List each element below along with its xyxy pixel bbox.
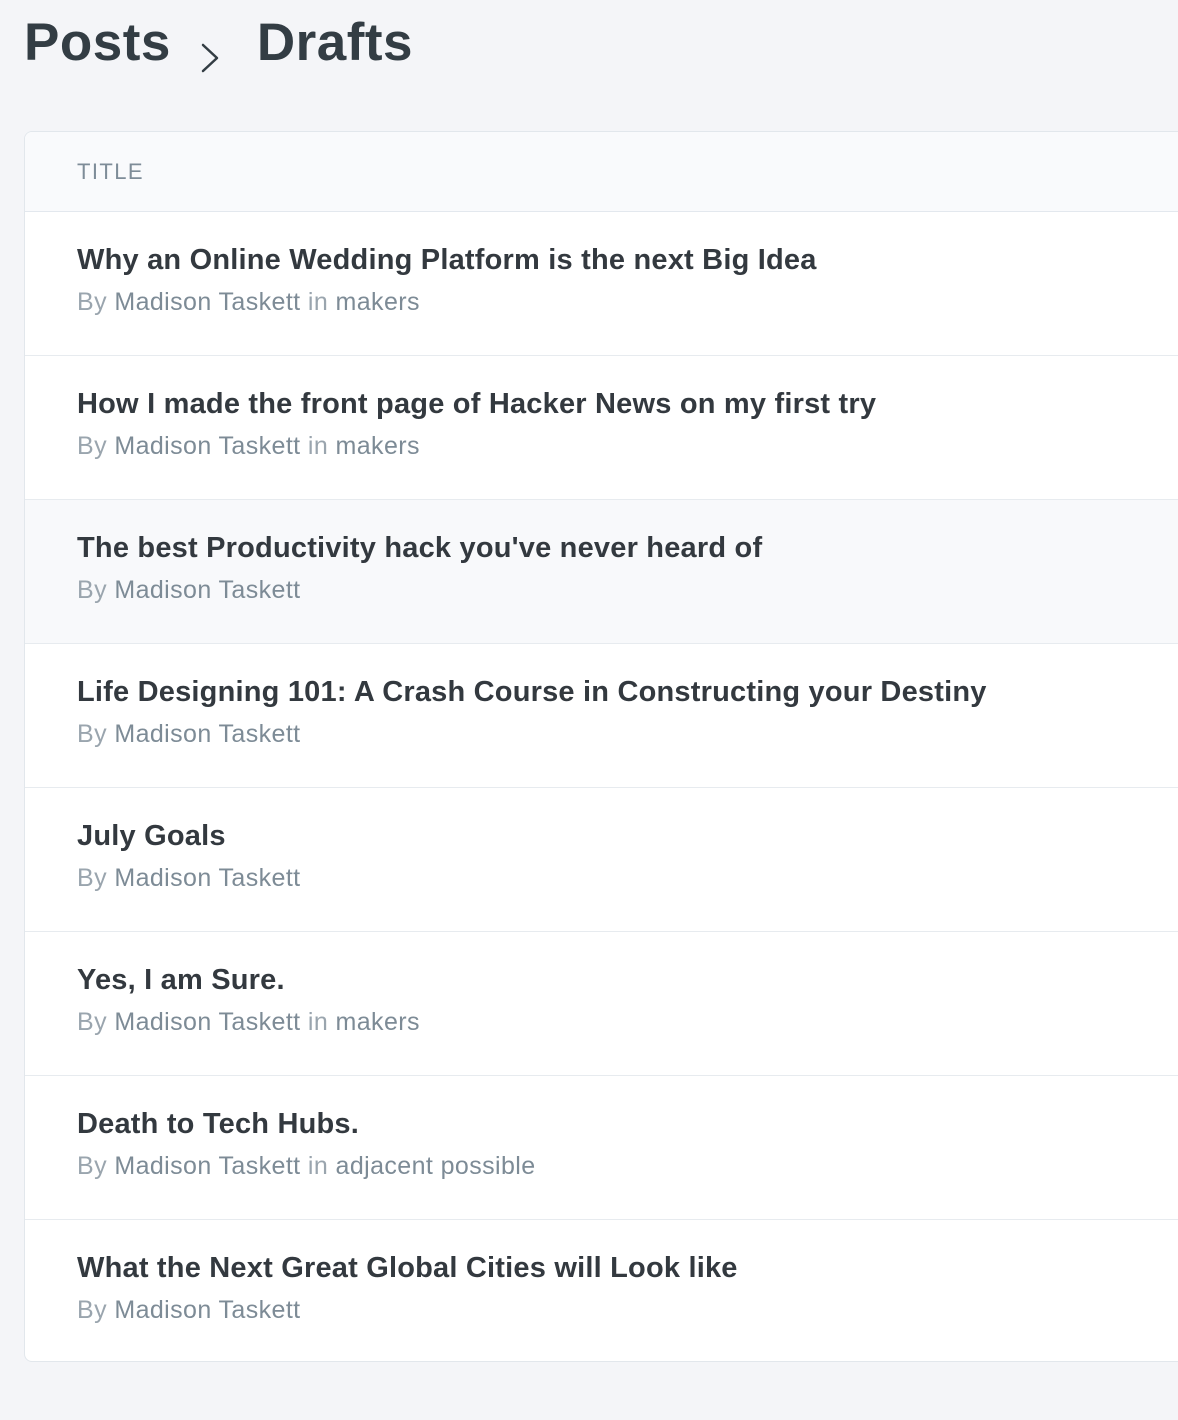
author-link[interactable]: Madison Taskett — [114, 1152, 300, 1180]
publication-link[interactable]: makers — [336, 1008, 420, 1036]
by-label: By — [77, 720, 107, 748]
table-row[interactable]: July Goals By Madison Taskett — [25, 788, 1178, 932]
post-meta: By Madison Taskett in makers — [77, 1008, 420, 1037]
table-row[interactable]: How I made the front page of Hacker News… — [25, 356, 1178, 500]
in-label: in — [307, 1152, 329, 1180]
breadcrumb-posts-link[interactable]: Posts — [24, 12, 171, 73]
breadcrumb: Posts Drafts — [24, 8, 413, 76]
table-header: TITLE — [25, 132, 1178, 212]
post-meta: By Madison Taskett in makers — [77, 432, 420, 461]
chevron-right-icon — [197, 26, 225, 73]
by-label: By — [77, 432, 107, 460]
by-label: By — [77, 1152, 107, 1180]
post-title[interactable]: Why an Online Wedding Platform is the ne… — [77, 244, 817, 277]
table-body: Why an Online Wedding Platform is the ne… — [25, 212, 1178, 1361]
author-link[interactable]: Madison Taskett — [114, 576, 300, 604]
in-label: in — [307, 1008, 329, 1036]
table-row[interactable]: Why an Online Wedding Platform is the ne… — [25, 212, 1178, 356]
post-title[interactable]: How I made the front page of Hacker News… — [77, 388, 876, 421]
author-link[interactable]: Madison Taskett — [114, 288, 300, 316]
table-row[interactable]: The best Productivity hack you've never … — [25, 500, 1178, 644]
in-label: in — [307, 432, 329, 460]
by-label: By — [77, 1008, 107, 1036]
breadcrumb-current: Drafts — [256, 12, 413, 72]
post-meta: By Madison Taskett — [77, 576, 301, 605]
author-link[interactable]: Madison Taskett — [114, 1296, 300, 1324]
drafts-table: TITLE Why an Online Wedding Platform is … — [24, 131, 1178, 1362]
in-label: in — [307, 288, 329, 316]
author-link[interactable]: Madison Taskett — [114, 864, 300, 892]
table-row[interactable]: Life Designing 101: A Crash Course in Co… — [25, 644, 1178, 788]
publication-link[interactable]: makers — [336, 288, 420, 316]
by-label: By — [77, 1296, 107, 1324]
post-title[interactable]: What the Next Great Global Cities will L… — [77, 1252, 738, 1285]
post-title[interactable]: Life Designing 101: A Crash Course in Co… — [77, 676, 987, 709]
by-label: By — [77, 288, 107, 316]
table-row[interactable]: Death to Tech Hubs. By Madison Taskett in… — [25, 1076, 1178, 1220]
post-title[interactable]: Yes, I am Sure. — [77, 964, 285, 997]
author-link[interactable]: Madison Taskett — [114, 720, 300, 748]
column-header-title[interactable]: TITLE — [77, 159, 144, 185]
publication-link[interactable]: adjacent possible — [336, 1152, 536, 1180]
post-title[interactable]: July Goals — [77, 820, 226, 853]
post-title[interactable]: Death to Tech Hubs. — [77, 1108, 359, 1141]
post-meta: By Madison Taskett — [77, 1296, 301, 1325]
post-meta: By Madison Taskett in adjacent possible — [77, 1152, 536, 1181]
post-meta: By Madison Taskett — [77, 864, 301, 893]
post-meta: By Madison Taskett — [77, 720, 301, 749]
table-row[interactable]: Yes, I am Sure. By Madison Taskett in mak… — [25, 932, 1178, 1076]
by-label: By — [77, 576, 107, 604]
post-meta: By Madison Taskett in makers — [77, 288, 420, 317]
table-row[interactable]: What the Next Great Global Cities will L… — [25, 1220, 1178, 1361]
by-label: By — [77, 864, 107, 892]
author-link[interactable]: Madison Taskett — [114, 1008, 300, 1036]
post-title[interactable]: The best Productivity hack you've never … — [77, 532, 762, 565]
author-link[interactable]: Madison Taskett — [114, 432, 300, 460]
publication-link[interactable]: makers — [336, 432, 420, 460]
